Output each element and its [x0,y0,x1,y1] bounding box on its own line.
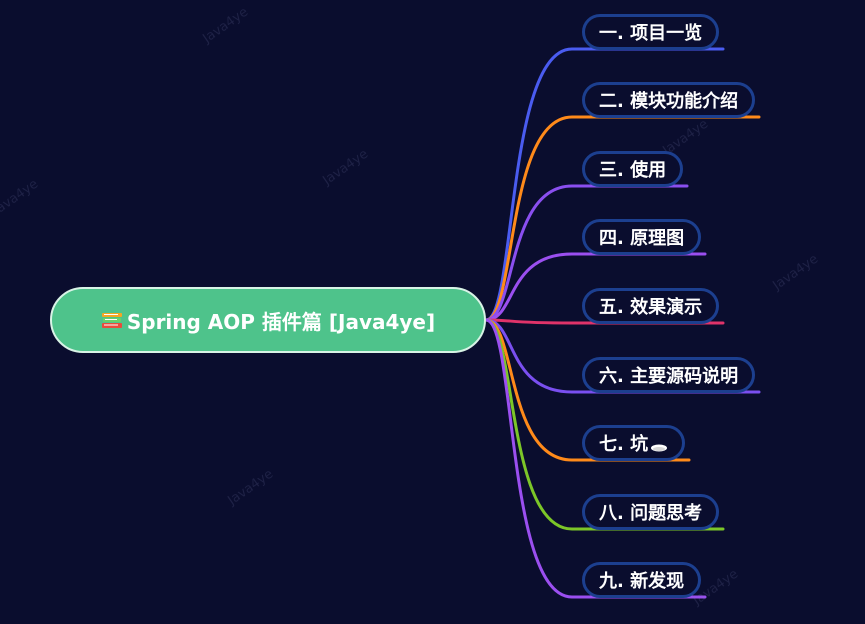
branch-label: 六. 主要源码说明 [599,366,739,387]
branch-label: 七. 坑 [599,434,649,455]
hole-icon [651,444,668,452]
branch-node-4[interactable]: 四. 原理图 [582,219,702,255]
branch-label: 四. 原理图 [599,228,685,249]
root-label: Spring AOP 插件篇 [Java4ye] [126,309,436,334]
branch-label: 一. 项目一览 [599,23,703,44]
branch-label: 八. 问题思考 [599,503,703,524]
branch-label: 五. 效果演示 [599,297,703,318]
branch-node-3[interactable]: 三. 使用 [582,151,684,187]
branch-node-9[interactable]: 九. 新发现 [582,562,702,598]
branch-node-7[interactable]: 七. 坑 [582,425,686,461]
root-node[interactable]: Spring AOP 插件篇 [Java4ye] [50,287,486,353]
branch-label: 二. 模块功能介绍 [599,91,739,112]
branch-label: 三. 使用 [599,160,667,181]
branch-node-6[interactable]: 六. 主要源码说明 [582,357,756,393]
books-icon [101,313,122,328]
branch-node-1[interactable]: 一. 项目一览 [582,14,720,50]
branch-node-5[interactable]: 五. 效果演示 [582,288,720,324]
branch-label: 九. 新发现 [599,571,685,592]
branch-node-2[interactable]: 二. 模块功能介绍 [582,82,756,118]
mindmap-canvas: Java4ye Java4ye Java4ye Java4ye Java4ye … [0,0,865,624]
branch-node-8[interactable]: 八. 问题思考 [582,494,720,530]
